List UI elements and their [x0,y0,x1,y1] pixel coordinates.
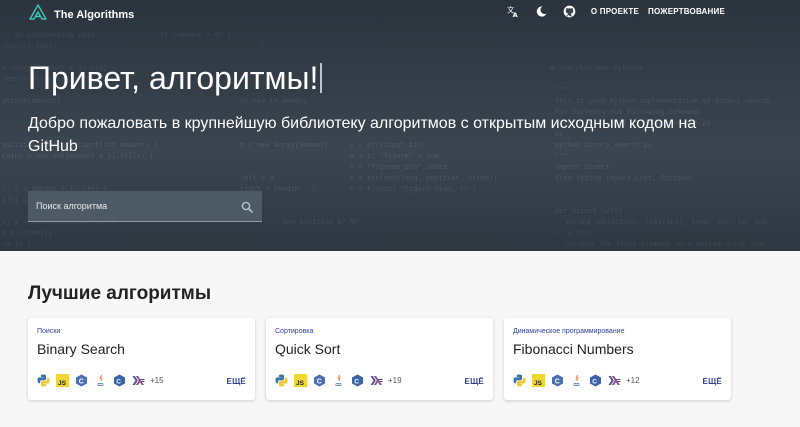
card-title[interactable]: Fibonacci Numbers [513,341,634,357]
csharp-icon[interactable]: C [113,374,126,387]
card-more-button[interactable]: ЕЩЁ [227,377,246,386]
brand-home-link[interactable]: The Algorithms [29,4,134,25]
svg-text:JS: JS [296,380,305,387]
typing-cursor [320,63,323,93]
search-box [28,191,262,222]
language-list: JS C C +12 [513,372,640,388]
nav-actions: 文A О ПРОЕКТЕ ПОЖЕРТВОВАНИЕ [507,4,725,18]
card-title[interactable]: Binary Search [37,341,125,357]
hero-title-text: Привет, алгоритмы! [28,60,319,96]
hero-subtitle: Добро пожаловать в крупнейшую библиотеку… [28,115,697,155]
top-navbar: The Algorithms 文A О ПРОЕКТЕ ПОЖЕРТВОВАНИ… [0,0,800,24]
card-more-button[interactable]: ЕЩЁ [465,377,484,386]
hero-banner: // An outstanding coin ... console.log()… [0,0,800,251]
card-category[interactable]: Сортировка [275,328,313,335]
javascript-icon[interactable]: JS [294,373,307,387]
brand-name: The Algorithms [54,8,135,21]
section-title-top-algorithms: Лучшие алгоритмы [28,283,212,304]
c-icon[interactable]: C [75,374,88,387]
algorithm-card[interactable]: Динамическое программирование Fibonacci … [504,318,731,400]
haskell-icon[interactable] [132,374,145,387]
python-icon[interactable] [513,374,526,387]
c-icon[interactable]: C [551,374,564,387]
card-category[interactable]: Поиски [37,328,60,335]
nav-link-donate[interactable]: ПОЖЕРТВОВАНИЕ [648,7,725,16]
svg-text:A: A [513,11,518,18]
javascript-icon[interactable]: JS [532,373,545,387]
main-content: Лучшие алгоритмы Поиски Binary Search JS… [0,251,800,427]
algorithms-logo-icon [29,4,47,25]
language-list: JS C C +15 [37,372,164,388]
nav-link-about[interactable]: О ПРОЕКТЕ [591,7,639,16]
csharp-icon[interactable]: C [351,374,364,387]
haskell-icon[interactable] [370,374,383,387]
java-icon[interactable] [332,374,345,387]
algorithm-card[interactable]: Поиски Binary Search JS C C +15 ЕЩЁ [28,318,255,400]
javascript-icon[interactable]: JS [56,373,69,387]
svg-text:JS: JS [534,380,543,387]
c-icon[interactable]: C [313,374,326,387]
card-more-button[interactable]: ЕЩЁ [703,377,722,386]
extra-language-count: +12 [626,375,640,385]
svg-text:C: C [116,378,121,385]
svg-text:C: C [79,378,84,385]
haskell-icon[interactable] [608,374,621,387]
search-input[interactable] [28,201,241,211]
svg-text:C: C [354,378,359,385]
github-icon[interactable] [563,4,577,18]
svg-text:C: C [555,378,560,385]
theme-toggle-icon[interactable] [535,4,549,18]
extra-language-count: +15 [150,375,164,385]
search-icon[interactable] [241,200,253,213]
language-list: JS C C +19 [275,372,402,388]
hero-title: Привет, алгоритмы! [28,60,323,97]
csharp-icon[interactable]: C [589,374,602,387]
svg-text:JS: JS [58,380,67,387]
java-icon[interactable] [94,374,107,387]
card-title[interactable]: Quick Sort [275,341,340,357]
svg-text:C: C [317,378,322,385]
python-icon[interactable] [37,374,50,387]
svg-text:C: C [592,378,597,385]
python-icon[interactable] [275,374,288,387]
java-icon[interactable] [570,374,583,387]
algorithm-card[interactable]: Сортировка Quick Sort JS C C +19 ЕЩЁ [266,318,493,400]
translate-icon[interactable]: 文A [507,4,521,18]
card-category[interactable]: Динамическое программирование [513,328,624,335]
extra-language-count: +19 [388,375,402,385]
